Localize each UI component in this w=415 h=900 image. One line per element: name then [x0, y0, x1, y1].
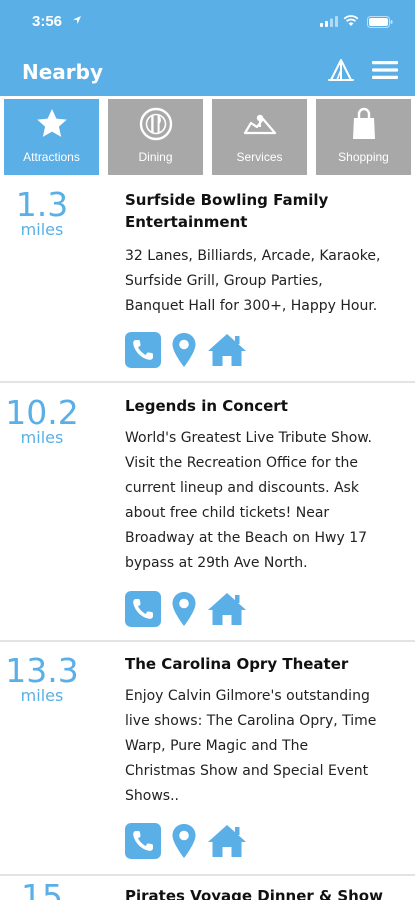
listing-title-line: The Carolina Opry Theater — [125, 655, 349, 673]
distance-value: 13.3 — [5, 651, 79, 690]
distance-unit: miles — [20, 686, 64, 705]
cellular-signal-icon — [320, 16, 338, 27]
star-icon — [37, 109, 67, 137]
campground-tent-icon[interactable] — [328, 58, 354, 82]
distance: 10.2 miles — [0, 396, 84, 446]
category-tabs: Attractions Dining Services Shopping — [0, 96, 415, 176]
tab-attractions[interactable]: Attractions — [4, 99, 99, 175]
status-bar: 3:56 — [0, 0, 415, 48]
map-icon — [243, 114, 277, 135]
list-item[interactable]: 10.2 miles Legends in Concert World's Gr… — [0, 384, 415, 642]
distance-unit: miles — [20, 428, 64, 447]
description-line: Shows.. — [125, 788, 179, 804]
description-line: Broadway at the Beach on Hwy 17 — [125, 530, 368, 546]
tab-shopping[interactable]: Shopping — [316, 99, 411, 175]
distance-value: 1.3 — [15, 185, 69, 224]
phone-icon[interactable] — [125, 591, 161, 627]
tab-label: Shopping — [338, 150, 389, 164]
description-line: 32 Lanes, Billiards, Arcade, Karaoke, — [125, 248, 381, 264]
shopping-bag-icon — [353, 107, 375, 139]
page-title: Nearby — [22, 60, 104, 84]
listing-title[interactable]: The Carolina Opry Theater — [125, 653, 400, 675]
list-item[interactable]: 13.3 miles The Carolina Opry Theater Enj… — [0, 642, 415, 876]
battery-icon — [367, 16, 393, 28]
listing-title-line: Legends in Concert — [125, 397, 288, 415]
description-line: World's Greatest Live Tribute Show. — [125, 430, 372, 446]
distance: 15 — [0, 880, 84, 900]
description-line: Christmas Show and Special Event — [125, 763, 369, 779]
description-line: about free child tickets! Near — [125, 505, 330, 521]
tab-label: Services — [236, 150, 283, 164]
listing-title-line: Entertainment — [125, 213, 248, 231]
hamburger-menu-icon[interactable] — [372, 61, 398, 79]
listing-description: 32 Lanes, Billiards, Arcade, Karaoke, Su… — [125, 244, 400, 319]
description-line: Warp, Pure Magic and The — [125, 738, 309, 754]
home-icon[interactable] — [207, 332, 247, 368]
tab-dining[interactable]: Dining — [108, 99, 203, 175]
listing-actions — [125, 823, 255, 859]
listing-title-line: Pirates Voyage Dinner & Show — [125, 887, 383, 900]
description-line: bypass at 29th Ave North. — [125, 555, 308, 571]
tab-label: Dining — [138, 150, 173, 164]
description-line: Visit the Recreation Office for the — [125, 455, 359, 471]
home-icon[interactable] — [207, 823, 247, 859]
listing-title[interactable]: Surfside Bowling Family Entertainment — [125, 189, 400, 233]
listing-actions — [125, 591, 255, 627]
tab-services[interactable]: Services — [212, 99, 307, 175]
map-pin-icon[interactable] — [171, 823, 197, 859]
map-pin-icon[interactable] — [171, 332, 197, 368]
plate-icon — [139, 107, 173, 141]
tab-label: Attractions — [23, 150, 80, 164]
map-pin-icon[interactable] — [171, 591, 197, 627]
distance-unit: miles — [20, 220, 64, 239]
wifi-icon — [343, 15, 359, 26]
distance: 1.3 miles — [0, 188, 84, 238]
phone-icon[interactable] — [125, 332, 161, 368]
phone-icon[interactable] — [125, 823, 161, 859]
listing-description: Enjoy Calvin Gilmore's outstanding live … — [125, 684, 400, 809]
location-arrow-icon — [73, 16, 81, 24]
listing-title[interactable]: Pirates Voyage Dinner & Show — [125, 885, 400, 900]
description-line: live shows: The Carolina Opry, Time — [125, 713, 377, 729]
home-icon[interactable] — [207, 591, 247, 627]
description-line: Enjoy Calvin Gilmore's outstanding — [125, 688, 370, 704]
distance-value: 10.2 — [5, 393, 79, 432]
listing-actions — [125, 332, 255, 368]
status-time: 3:56 — [32, 13, 63, 30]
list-item[interactable]: 1.3 miles Surfside Bowling Family Entert… — [0, 176, 415, 383]
listing-description: World's Greatest Live Tribute Show. Visi… — [125, 426, 400, 576]
distance: 13.3 miles — [0, 654, 84, 704]
description-line: Surfside Grill, Group Parties, — [125, 273, 323, 289]
distance-value: 15 — [21, 877, 63, 900]
description-line: current lineup and discounts. Ask — [125, 480, 359, 496]
listing-title-line: Surfside Bowling Family — [125, 191, 329, 209]
top-bar: 3:56 Nearby — [0, 0, 415, 96]
description-line: Banquet Hall for 300+, Happy Hour. — [125, 298, 378, 314]
list-item[interactable]: 15 Pirates Voyage Dinner & Show — [0, 876, 415, 900]
listing-title[interactable]: Legends in Concert — [125, 395, 400, 417]
